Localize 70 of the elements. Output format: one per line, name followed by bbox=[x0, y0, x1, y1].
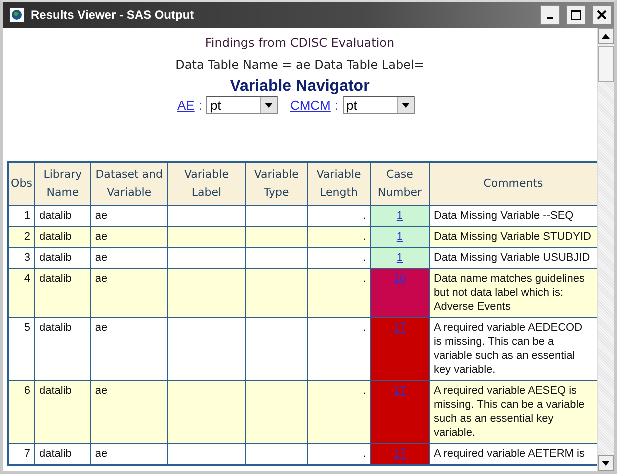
table-cell: . bbox=[308, 206, 370, 226]
table-cell: ae bbox=[90, 206, 168, 226]
minimize-button[interactable] bbox=[540, 5, 560, 25]
table-cell: 7 bbox=[8, 444, 35, 465]
table-cell: ae bbox=[90, 268, 168, 318]
column-header: Dataset and Variable bbox=[90, 162, 168, 206]
case-number-link[interactable]: 1 bbox=[396, 252, 404, 264]
table-cell: 6 bbox=[8, 380, 35, 444]
table-cell: 2 bbox=[8, 226, 35, 248]
dataset-link[interactable]: CMCM bbox=[290, 98, 331, 112]
vertical-scrollbar[interactable] bbox=[597, 28, 614, 471]
dropdown-caret-icon bbox=[402, 102, 410, 108]
table-cell: Data Missing Variable USUBJID bbox=[429, 248, 597, 268]
table-cell: datalib bbox=[34, 318, 91, 380]
table-cell: A required variable AEDECOD is missing. This can be a variable such as an essential key variable. bbox=[429, 318, 597, 380]
scroll-up-button[interactable] bbox=[598, 28, 614, 44]
scroll-up-icon bbox=[602, 34, 610, 38]
table-cell: ae bbox=[90, 444, 168, 465]
table-cell: datalib bbox=[34, 226, 91, 248]
table-cell: . bbox=[308, 268, 370, 318]
table-cell: datalib bbox=[34, 444, 91, 465]
table-cell: 3 bbox=[8, 248, 35, 268]
column-header: Obs bbox=[8, 162, 35, 206]
variable-dropdown[interactable]: pt bbox=[206, 96, 278, 114]
separator: : bbox=[334, 98, 339, 112]
column-header: Case Number bbox=[370, 162, 430, 206]
scroll-down-button[interactable] bbox=[598, 455, 614, 471]
table-cell: A required variable AETERM is bbox=[429, 444, 597, 465]
table-cell: datalib bbox=[34, 268, 91, 318]
case-number-link[interactable]: 1 bbox=[396, 231, 404, 243]
close-button[interactable] bbox=[592, 5, 612, 25]
app-icon bbox=[9, 7, 25, 23]
table-cell: 4 bbox=[8, 268, 35, 318]
column-header: Library Name bbox=[34, 162, 91, 206]
table-cell: datalib bbox=[34, 206, 91, 226]
table-cell: . bbox=[308, 380, 370, 444]
window-title: Results Viewer - SAS Output bbox=[31, 8, 196, 22]
table-cell: ae bbox=[90, 380, 168, 444]
report-title: Findings from CDISC Evaluation bbox=[205, 35, 395, 52]
table-cell: ae bbox=[90, 248, 168, 268]
close-icon bbox=[597, 10, 607, 20]
separator: : bbox=[198, 98, 202, 112]
table-cell: 1 bbox=[8, 206, 35, 226]
report-subtitle: Data Table Name = ae Data Table Label= bbox=[176, 57, 424, 74]
table-cell: Data name matches guidelines but not data label which is: Adverse Events bbox=[429, 268, 597, 318]
table-cell: A required variable AESEQ is missing. This can be a variable such as an essential key variable. bbox=[429, 380, 597, 444]
table-cell: Data Missing Variable --SEQ bbox=[429, 206, 597, 226]
table-cell: ae bbox=[90, 226, 168, 248]
scroll-down-icon bbox=[602, 460, 610, 466]
column-header: Variable Label bbox=[168, 162, 246, 206]
navigator-heading: Variable Navigator bbox=[230, 78, 370, 96]
table-cell: . bbox=[308, 226, 370, 248]
column-header: Comments bbox=[429, 162, 597, 206]
dataset-link[interactable]: AE bbox=[177, 98, 195, 112]
maximize-button[interactable] bbox=[566, 5, 586, 25]
column-header: Variable Type bbox=[246, 162, 308, 206]
table-cell: Data Missing Variable STUDYID bbox=[429, 226, 597, 248]
variable-dropdown[interactable]: pt bbox=[342, 96, 415, 114]
table-cell: ae bbox=[90, 318, 168, 380]
case-number-link[interactable]: 1 bbox=[396, 210, 404, 222]
table-cell: . bbox=[308, 248, 370, 268]
table-cell: datalib bbox=[34, 380, 91, 444]
dropdown-caret-icon bbox=[265, 102, 274, 108]
maximize-icon bbox=[571, 10, 581, 20]
table-cell: 5 bbox=[8, 318, 35, 380]
table-cell: datalib bbox=[34, 248, 91, 268]
table-cell: . bbox=[308, 444, 370, 465]
scroll-thumb[interactable] bbox=[598, 46, 614, 82]
column-header: Variable Length bbox=[308, 162, 370, 206]
table-cell: . bbox=[308, 318, 370, 380]
